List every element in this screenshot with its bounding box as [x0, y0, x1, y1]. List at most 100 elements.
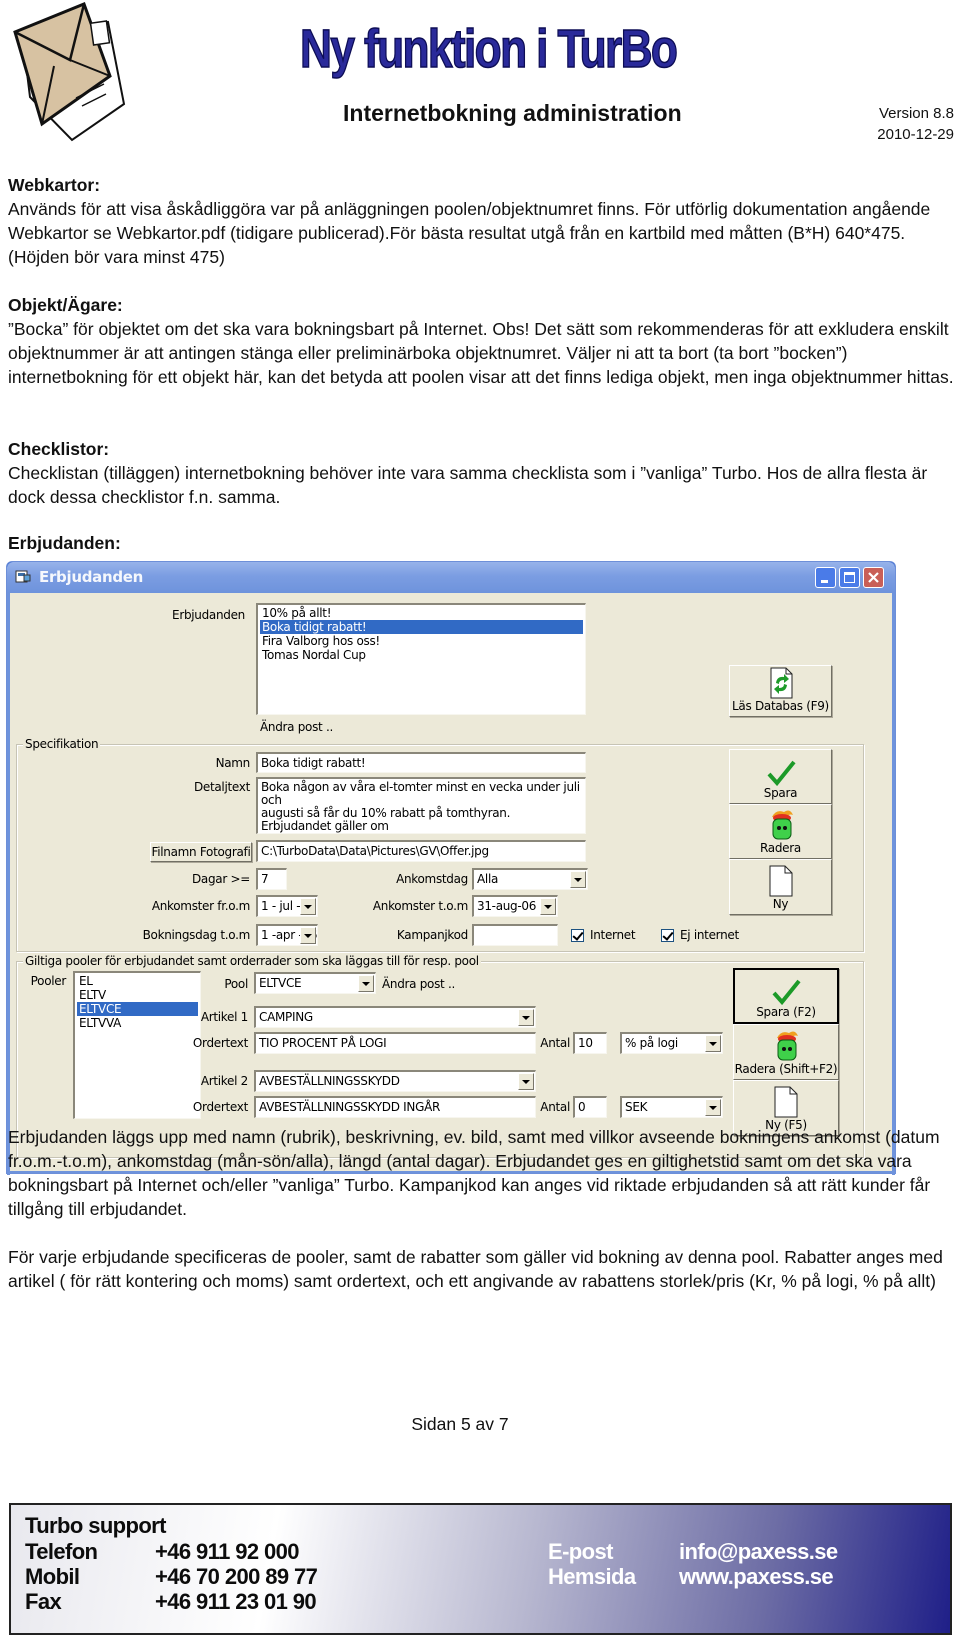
- days-field[interactable]: 7: [256, 868, 287, 890]
- read-database-button[interactable]: Läs Databas (F9): [729, 665, 832, 717]
- email-link[interactable]: info@paxess.se: [679, 1539, 838, 1565]
- detail-line: Boka någon av våra el-tomter minst en ve…: [261, 780, 580, 807]
- pool-item[interactable]: ELTV: [77, 988, 198, 1002]
- qty1-label: Antal: [540, 1036, 570, 1050]
- chevron-down-icon[interactable]: [705, 1035, 721, 1052]
- ordertext2-label: Ordertext: [192, 1100, 248, 1114]
- name-field[interactable]: Boka tidigt rabatt!: [256, 752, 586, 773]
- qty2-field[interactable]: 0: [573, 1096, 607, 1118]
- checkmark-icon: [772, 979, 801, 1005]
- qty1-field[interactable]: 10: [573, 1032, 607, 1054]
- burning-trash-icon: [777, 1031, 798, 1061]
- change-post-link[interactable]: Ändra post ..: [260, 720, 333, 734]
- section-objekt-agare: Objekt/Ägare: ”Bocka” för objektet om de…: [8, 293, 958, 389]
- new-document-icon: [769, 865, 792, 897]
- arrival-to-select[interactable]: 31-aug-06: [472, 895, 558, 917]
- version-label: Version 8.8: [878, 105, 954, 122]
- offer-item[interactable]: Tomas Nordal Cup: [260, 648, 583, 662]
- article2-value: AVBESTÄLLNINGSSKYDD: [259, 1074, 400, 1088]
- window-frame: [892, 593, 895, 1175]
- checkmark-icon: [767, 760, 796, 786]
- offers-description: Erbjudanden läggs upp med namn (rubrik),…: [8, 1125, 958, 1293]
- website-label: Hemsida: [548, 1564, 636, 1589]
- campaign-code-label: Kampanjkod: [396, 928, 468, 942]
- new-button[interactable]: Ny: [729, 859, 832, 915]
- mobile-value: +46 70 200 89 77: [155, 1564, 318, 1589]
- internet-label: Internet: [590, 928, 636, 942]
- close-icon: [868, 572, 879, 583]
- detail-text-area[interactable]: Boka någon av våra el-tomter minst en ve…: [256, 777, 586, 834]
- burning-trash-icon: [771, 810, 793, 840]
- pool-select[interactable]: ELTVCE: [254, 972, 376, 994]
- article1-value: CAMPING: [259, 1010, 313, 1024]
- save-label: Spara: [763, 786, 798, 800]
- chevron-down-icon[interactable]: [300, 927, 316, 944]
- website-link[interactable]: www.paxess.se: [679, 1564, 834, 1590]
- ordertext2-field[interactable]: AVBESTÄLLNINGSSKYDD INGÅR: [254, 1096, 536, 1118]
- offer-item[interactable]: 10% på allt!: [260, 606, 583, 620]
- window-app-icon: [15, 569, 31, 584]
- detail-text-label: Detaljtext: [193, 780, 250, 794]
- chevron-down-icon[interactable]: [518, 1073, 534, 1090]
- chevron-down-icon[interactable]: [358, 975, 374, 992]
- offers-label: Erbjudanden: [172, 608, 245, 622]
- chevron-down-icon[interactable]: [518, 1009, 534, 1026]
- photo-path-field[interactable]: C:\TurboData\Data\Pictures\GV\Offer.jpg: [256, 840, 586, 862]
- page-number: Sidan 5 av 7: [411, 1414, 509, 1434]
- photo-filename-button[interactable]: Filnamn Fotografi: [150, 842, 252, 862]
- maximize-icon: [844, 572, 855, 583]
- booking-until-select[interactable]: 1 -apr -06: [256, 924, 318, 946]
- article1-select[interactable]: CAMPING: [254, 1006, 536, 1028]
- pools-label: Pooler: [30, 974, 67, 988]
- booking-until-label: Bokningsdag t.o.m: [142, 928, 251, 942]
- offer-item-selected[interactable]: Boka tidigt rabatt!: [260, 620, 583, 634]
- offer-item[interactable]: Fira Valborg hos oss!: [260, 634, 583, 648]
- minimize-button[interactable]: [815, 567, 836, 588]
- section-heading: Webkartor:: [8, 175, 101, 195]
- maximize-button[interactable]: [839, 567, 860, 588]
- read-database-label: Läs Databas (F9): [732, 699, 829, 713]
- chevron-down-icon[interactable]: [300, 898, 316, 915]
- qty2-label: Antal: [540, 1100, 570, 1114]
- chevron-down-icon[interactable]: [705, 1099, 721, 1116]
- pool-save-button[interactable]: Spara (F2): [733, 968, 839, 1024]
- article1-label: Artikel 1: [200, 1010, 248, 1024]
- window-title: Erbjudanden: [39, 568, 144, 586]
- chevron-down-icon[interactable]: [540, 898, 556, 915]
- arrival-to-value: 31-aug-06: [477, 899, 537, 913]
- erbjudanden-window: Erbjudanden Erbjudanden 10% på allt! Bok…: [6, 561, 896, 1175]
- pool-value: ELTVCE: [259, 976, 302, 990]
- unit2-select[interactable]: SEK: [620, 1096, 723, 1118]
- arrival-day-select[interactable]: Alla: [472, 868, 588, 890]
- pool-label: Pool: [224, 977, 248, 991]
- ordertext1-label: Ordertext: [192, 1036, 248, 1050]
- email-label: E-post: [548, 1539, 613, 1564]
- offers-listbox[interactable]: 10% på allt! Boka tidigt rabatt! Fira Va…: [256, 603, 586, 715]
- arrival-from-label: Ankomster fr.o.m: [151, 899, 250, 913]
- save-button[interactable]: Spara: [729, 749, 832, 804]
- specification-group-title: Specifikation: [23, 737, 101, 751]
- chevron-down-icon[interactable]: [570, 871, 586, 888]
- pools-group-title: Giltiga pooler för erbjudandet samt orde…: [23, 954, 481, 968]
- arrival-day-value: Alla: [477, 872, 499, 886]
- campaign-code-field[interactable]: [472, 924, 558, 946]
- pool-change-post-link[interactable]: Ändra post ..: [382, 977, 455, 991]
- refresh-document-icon: [770, 667, 792, 699]
- arrival-from-select[interactable]: 1 - jul -06: [256, 895, 318, 917]
- pool-delete-button[interactable]: Radera (Shift+F2): [733, 1024, 839, 1080]
- days-label: Dagar >=: [191, 872, 250, 886]
- description-paragraph: Erbjudanden läggs upp med namn (rubrik),…: [8, 1127, 940, 1219]
- window-titlebar[interactable]: Erbjudanden: [7, 562, 895, 593]
- delete-button[interactable]: Radera: [729, 804, 832, 859]
- section-webkartor: Webkartor: Används för att visa åskådlig…: [8, 173, 958, 269]
- close-button[interactable]: [863, 567, 884, 588]
- unit1-select[interactable]: % på logi: [620, 1032, 723, 1054]
- internet-checkbox[interactable]: [571, 929, 584, 942]
- pool-delete-label: Radera (Shift+F2): [734, 1062, 838, 1076]
- footer-title: Turbo support: [25, 1513, 166, 1538]
- article2-select[interactable]: AVBESTÄLLNINGSSKYDD: [254, 1070, 536, 1092]
- not-internet-checkbox[interactable]: [661, 929, 674, 942]
- pool-item[interactable]: EL: [77, 974, 198, 988]
- ordertext1-field[interactable]: TIO PROCENT PÅ LOGI: [254, 1032, 536, 1054]
- unit1-value: % på logi: [625, 1036, 678, 1050]
